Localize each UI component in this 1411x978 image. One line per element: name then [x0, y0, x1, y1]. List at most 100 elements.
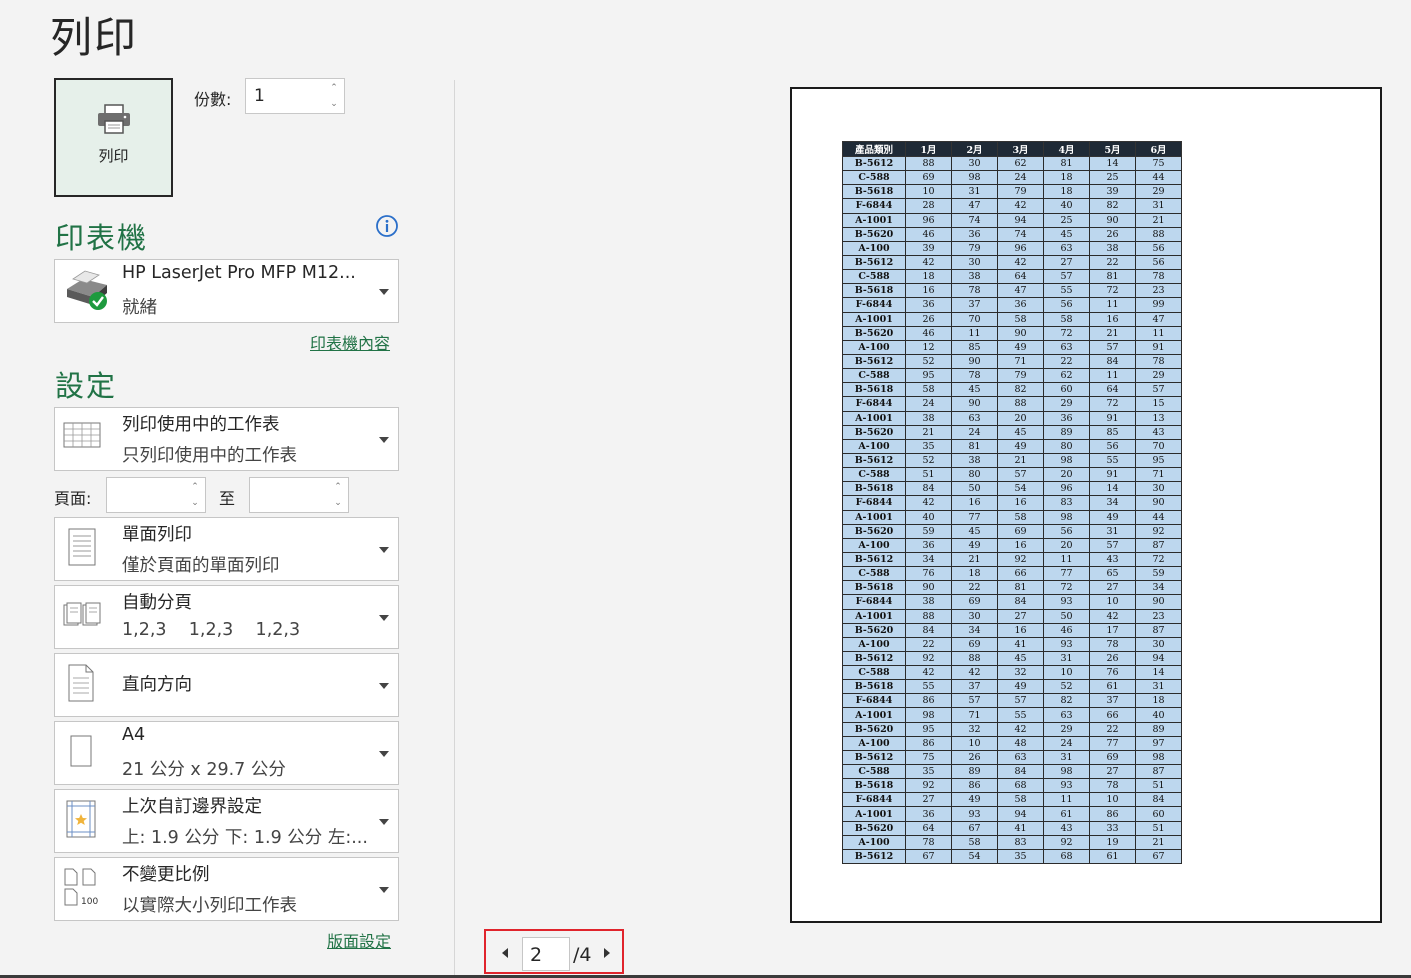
table-cell: 45	[1043, 226, 1090, 242]
table-category-cell: A-100	[842, 240, 906, 256]
table-cell: 36	[951, 226, 998, 242]
table-cell: 98	[1043, 509, 1090, 525]
table-row: F-6844 42 16 16 83 34 90	[842, 495, 1182, 511]
table-cell: 60	[1043, 382, 1090, 398]
table-row: A-1001 38 63 20 36 91 13	[842, 410, 1182, 426]
table-cell: 29	[1135, 368, 1182, 384]
table-header-cell: 2月	[951, 141, 998, 157]
copies-decrement-icon[interactable]: ⌄	[327, 97, 341, 111]
print-what-line2: 只列印使用中的工作表	[122, 446, 297, 466]
pages-to-increment-icon[interactable]: ⌃	[331, 480, 345, 494]
table-cell: 38	[951, 269, 998, 285]
table-cell: 44	[1135, 170, 1182, 186]
pages-from-increment-icon[interactable]: ⌃	[188, 480, 202, 494]
table-cell: 87	[1135, 622, 1182, 638]
table-cell: 57	[997, 467, 1044, 483]
margins-line1: 上次自訂邊界設定	[122, 797, 262, 817]
table-category-cell: B-5620	[842, 325, 906, 341]
table-cell: 59	[1135, 566, 1182, 582]
table-cell: 77	[1089, 735, 1136, 751]
table-cell: 69	[905, 170, 952, 186]
print-button[interactable]: 列印	[54, 78, 173, 197]
table-cell: 69	[1089, 749, 1136, 766]
settings-section-title: 設定	[55, 369, 118, 403]
table-cell: 49	[997, 679, 1044, 695]
table-cell: 68	[997, 778, 1044, 794]
paper-size-select[interactable]: A4 21 公分 x 29.7 公分	[54, 721, 399, 785]
table-row: A-1001 36 93 94 61 86 60	[842, 806, 1182, 822]
table-cell: 38	[905, 594, 952, 610]
current-page-input[interactable]: 2	[522, 937, 570, 971]
table-row: B-5620 46 11 90 72 21 11	[842, 325, 1182, 341]
table-header-cell: 4月	[1043, 141, 1090, 157]
info-icon[interactable]	[375, 214, 399, 238]
printer-section-title: 印表機	[55, 221, 149, 255]
table-cell: 51	[1135, 778, 1182, 794]
table-cell: 56	[1043, 297, 1090, 313]
table-header-cell: 3月	[997, 141, 1044, 157]
table-cell: 42	[905, 254, 952, 271]
table-cell: 42	[1089, 608, 1136, 624]
copies-increment-icon[interactable]: ⌃	[327, 81, 341, 95]
table-cell: 20	[1043, 467, 1090, 483]
table-cell: 88	[1135, 226, 1182, 242]
table-cell: 89	[951, 764, 998, 780]
sides-select[interactable]: 單面列印 僅於頁面的單面列印	[54, 517, 399, 581]
pages-from-decrement-icon[interactable]: ⌄	[188, 496, 202, 510]
table-cell: 18	[905, 269, 952, 285]
table-cell: 58	[1043, 311, 1090, 327]
collate-select[interactable]: 自動分頁 1,2,3 1,2,3 1,2,3	[54, 585, 399, 649]
table-cell: 29	[1043, 721, 1090, 737]
table-cell: 67	[905, 848, 952, 865]
table-cell: 58	[997, 509, 1044, 525]
table-cell: 98	[1135, 749, 1182, 766]
table-cell: 88	[951, 650, 998, 667]
page-setup-link[interactable]: 版面設定	[327, 928, 391, 952]
table-cell: 34	[951, 622, 998, 638]
table-category-cell: C-588	[842, 467, 906, 483]
next-page-icon[interactable]	[604, 948, 610, 958]
table-cell: 54	[951, 848, 998, 865]
copies-input[interactable]: 1 ⌃ ⌄	[245, 78, 345, 114]
printer-properties-link[interactable]: 印表機內容	[310, 330, 390, 354]
print-what-select[interactable]: 列印使用中的工作表 只列印使用中的工作表	[54, 407, 399, 471]
table-cell: 34	[1135, 580, 1182, 596]
table-cell: 49	[997, 339, 1044, 355]
table-category-cell: B-5612	[842, 848, 906, 865]
table-cell: 11	[951, 325, 998, 341]
table-header-cell: 5月	[1089, 141, 1136, 157]
margins-select[interactable]: 上次自訂邊界設定 上: 1.9 公分 下: 1.9 公分 左:...	[54, 789, 399, 853]
printer-ready-icon	[63, 267, 111, 315]
table-category-cell: F-6844	[842, 693, 906, 709]
table-cell: 95	[905, 368, 952, 384]
table-cell: 72	[1043, 325, 1090, 341]
orientation-select[interactable]: 直向方向	[54, 653, 399, 717]
table-cell: 21	[951, 551, 998, 568]
table-cell: 52	[905, 452, 952, 469]
table-cell: 10	[1089, 792, 1136, 808]
preview-table: 產品類別 1月 2月 3月 4月 5月 6月 B-5612 88 30 62 81 14 75 C-588…	[842, 141, 1182, 865]
table-cell: 90	[951, 396, 998, 412]
table-cell: 45	[951, 523, 998, 539]
table-cell: 26	[905, 311, 952, 327]
table-cell: 66	[1089, 707, 1136, 723]
table-row: B-5618 10 31 79 18 39 29	[842, 184, 1182, 200]
table-category-cell: B-5620	[842, 820, 906, 836]
table-cell: 78	[905, 834, 952, 850]
printer-select[interactable]: HP LaserJet Pro MFP M12... 就緒	[54, 259, 399, 323]
table-row: B-5618 92 86 68 93 78 51	[842, 778, 1182, 794]
chevron-down-icon	[379, 887, 389, 893]
table-cell: 95	[1135, 452, 1182, 469]
table-row: C-588 76 18 66 77 65 59	[842, 566, 1182, 582]
pages-to-input[interactable]: ⌃ ⌄	[249, 477, 349, 513]
table-cell: 38	[951, 452, 998, 469]
pages-from-input[interactable]: ⌃ ⌄	[106, 477, 206, 513]
table-cell: 92	[905, 650, 952, 667]
pages-to-decrement-icon[interactable]: ⌄	[331, 496, 345, 510]
table-cell: 78	[1135, 353, 1182, 370]
scaling-select[interactable]: 100 不變更比例 以實際大小列印工作表	[54, 857, 399, 921]
total-pages: /4	[573, 944, 592, 966]
table-cell: 42	[905, 495, 952, 511]
scaling-line1: 不變更比例	[122, 865, 210, 885]
previous-page-icon[interactable]	[502, 948, 508, 958]
